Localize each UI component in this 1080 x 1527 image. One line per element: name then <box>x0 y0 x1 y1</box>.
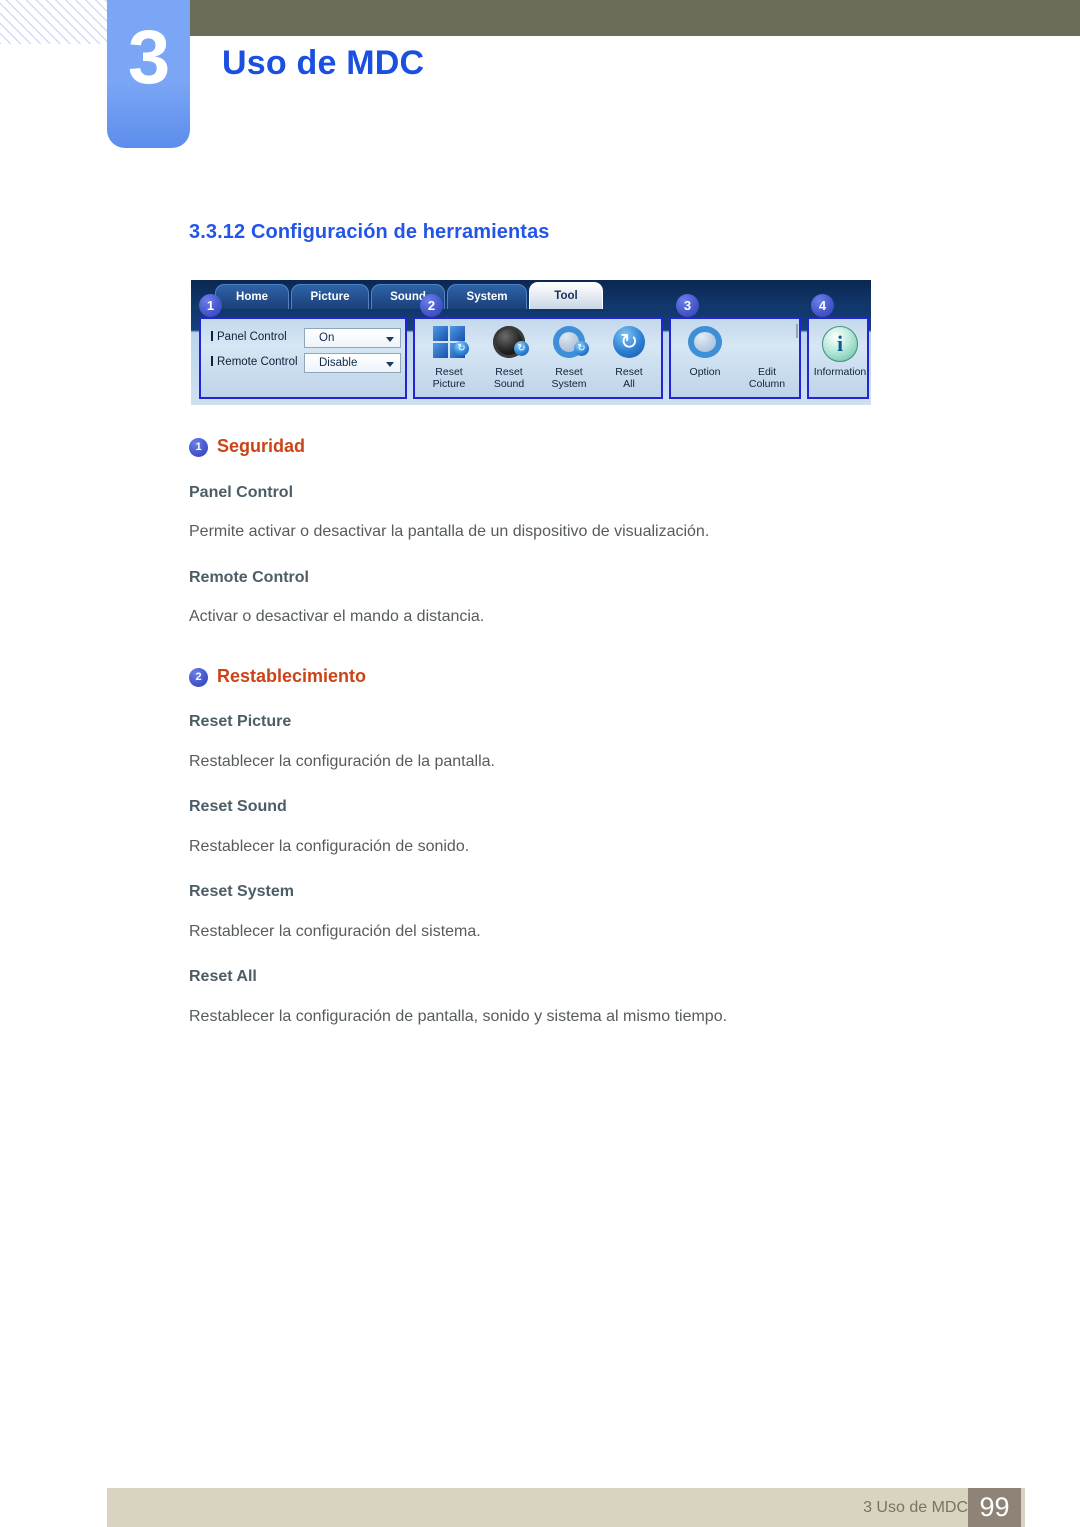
gear-refresh-icon: ↻ <box>539 324 599 364</box>
remote-control-row: Remote Control Disable <box>209 353 403 374</box>
grid-refresh-icon: ↻ <box>419 324 479 364</box>
subheading-reset-system: Reset System <box>189 883 294 900</box>
numbered-heading-title-2: Restablecimiento <box>217 666 367 686</box>
body-reset-sound: Restablecer la configuración de sonido. <box>189 838 470 855</box>
speaker-refresh-icon: ↻ <box>479 324 539 364</box>
body-panel-control: Permite activar o desactivar la pantalla… <box>189 523 710 540</box>
page-header: 3 Uso de MDC <box>0 0 1080 170</box>
section-number: 3.3.12 <box>189 221 246 243</box>
ribbon-tab-tool[interactable]: Tool <box>529 282 603 309</box>
information-icon: i <box>810 324 870 364</box>
ribbon-group-security: Panel Control On Remote Control Disable <box>199 317 407 399</box>
subheading-panel-control: Panel Control <box>189 484 294 501</box>
reset-sound-button[interactable]: ↻ Reset Sound <box>479 324 539 396</box>
reset-picture-label-1: Reset <box>435 366 463 378</box>
footer-page-number: 99 <box>968 1488 1021 1527</box>
remote-control-value: Disable <box>319 357 358 369</box>
edit-column-button[interactable]: Edit Column <box>737 324 798 396</box>
callout-badge-2: 2 <box>420 294 443 317</box>
edit-column-label-2: Column <box>748 377 786 390</box>
callout-badge-3: 3 <box>676 294 699 317</box>
option-button[interactable]: Option <box>675 324 735 396</box>
ribbon-tab-system[interactable]: System <box>447 284 527 309</box>
body-reset-system: Restablecer la configuración del sistema… <box>189 923 481 940</box>
refresh-badge-icon: ↻ <box>574 341 589 356</box>
remote-control-select[interactable]: Disable <box>304 353 401 373</box>
subheading-reset-all: Reset All <box>189 968 257 985</box>
body-reset-all: Restablecer la configuración de pantalla… <box>189 1008 728 1025</box>
footer-text: 3 Uso de MDC <box>863 1499 968 1516</box>
numbered-heading-badge-2: 2 <box>189 668 208 687</box>
chapter-number: 3 <box>127 15 170 100</box>
subheading-remote-control: Remote Control <box>189 569 309 586</box>
panel-control-row: Panel Control On <box>209 328 403 349</box>
panel-control-value: On <box>319 332 335 344</box>
refresh-icon: ↻ <box>599 324 659 364</box>
numbered-heading-title-1: Seguridad <box>217 436 306 456</box>
ribbon-group-option: Option Edit Column <box>669 317 801 399</box>
reset-all-label-2: All <box>623 377 635 390</box>
ribbon-group-reset: ↻ Reset Picture ↻ Reset Sound ↻ Reset Sy… <box>413 317 663 399</box>
section-title: Configuración de herramientas <box>251 221 550 243</box>
mdc-tool-ribbon-figure: Home Picture Sound System Tool Panel Con… <box>191 280 871 405</box>
numbered-heading-seguridad: 1 Seguridad <box>189 436 305 457</box>
subheading-reset-sound: Reset Sound <box>189 798 287 815</box>
body-remote-control: Activar o desactivar el mando a distanci… <box>189 608 485 625</box>
option-label-1: Option <box>689 366 721 378</box>
reset-sound-label-2: Sound <box>493 377 525 390</box>
refresh-badge-icon: ↻ <box>514 341 529 356</box>
edit-column-label-1: Edit <box>757 366 777 378</box>
section-heading: 3.3.12 Configuración de herramientas <box>189 221 550 244</box>
numbered-heading-restablecimiento: 2 Restablecimiento <box>189 666 366 687</box>
chapter-tab: 3 <box>107 0 190 148</box>
panel-control-label: Panel Control <box>211 331 287 343</box>
subheading-reset-picture: Reset Picture <box>189 713 292 730</box>
information-label: Information <box>813 366 867 378</box>
reset-all-button[interactable]: ↻ Reset All <box>599 324 659 396</box>
reset-system-label-2: System <box>551 377 587 390</box>
body-reset-picture: Restablecer la configuración de la panta… <box>189 753 495 770</box>
chevron-down-icon <box>386 362 394 367</box>
chapter-title: Uso de MDC <box>222 44 425 82</box>
reset-system-label-1: Reset <box>555 366 583 378</box>
callout-badge-4: 4 <box>811 294 834 317</box>
ribbon-tab-strip: Home Picture Sound System Tool <box>191 280 871 309</box>
ribbon-tab-picture[interactable]: Picture <box>291 284 369 309</box>
gear-wrench-icon <box>675 324 735 364</box>
ribbon-tab-home[interactable]: Home <box>215 284 289 309</box>
callout-badge-1: 1 <box>199 294 222 317</box>
remote-control-label: Remote Control <box>211 356 298 368</box>
reset-system-button[interactable]: ↻ Reset System <box>539 324 599 396</box>
ribbon-group-information: i Information <box>807 317 869 399</box>
reset-all-label-1: Reset <box>615 366 643 378</box>
information-button[interactable]: i Information <box>810 324 870 396</box>
header-olive-bar <box>190 0 1080 36</box>
edit-column-icon <box>737 324 798 364</box>
chevron-down-icon <box>386 337 394 342</box>
refresh-badge-icon: ↻ <box>454 341 469 356</box>
reset-picture-button[interactable]: ↻ Reset Picture <box>419 324 479 396</box>
reset-picture-label-2: Picture <box>432 377 466 390</box>
hatch-decoration-icon <box>0 0 108 44</box>
panel-control-select[interactable]: On <box>304 328 401 348</box>
reset-sound-label-1: Reset <box>495 366 523 378</box>
numbered-heading-badge-1: 1 <box>189 438 208 457</box>
